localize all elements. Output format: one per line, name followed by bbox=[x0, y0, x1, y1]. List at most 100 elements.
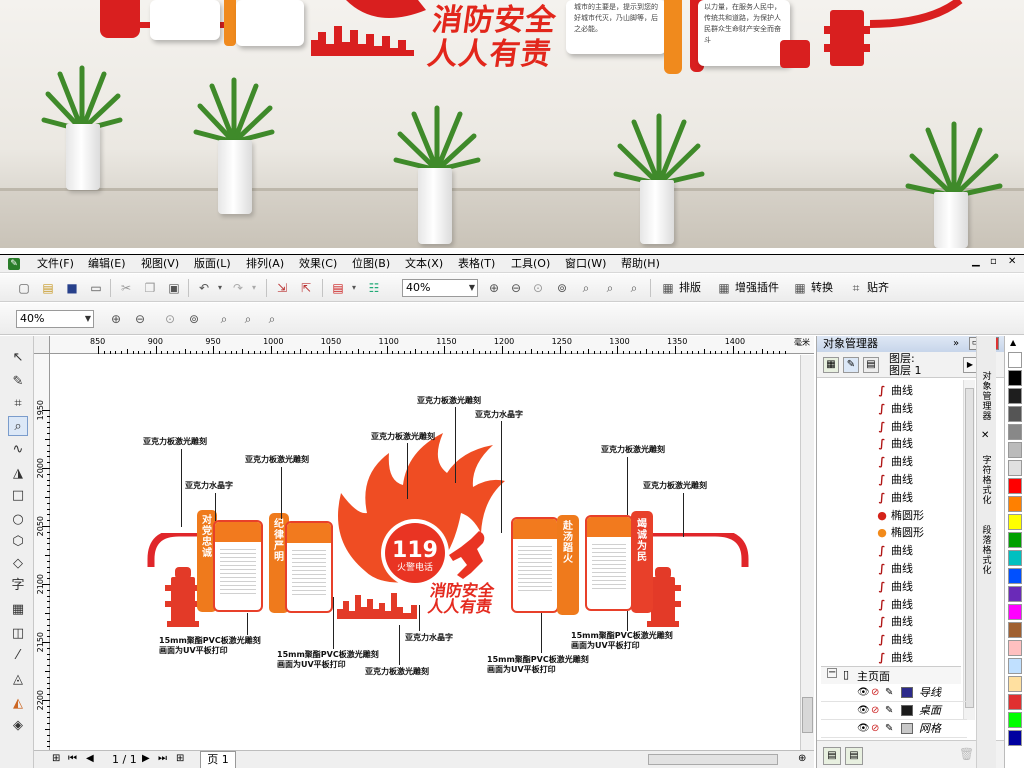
print-icon[interactable]: ▭ bbox=[88, 280, 104, 296]
color-swatch[interactable] bbox=[1008, 586, 1022, 602]
color-swatch[interactable] bbox=[1008, 676, 1022, 692]
color-swatch[interactable] bbox=[1008, 406, 1022, 422]
color-swatch[interactable] bbox=[1008, 622, 1022, 638]
delete-icon[interactable]: 🗑 bbox=[959, 747, 974, 761]
zoom-in-icon[interactable]: ⊕ bbox=[108, 311, 124, 327]
object-list-item[interactable]: ∫ 曲线 bbox=[817, 631, 963, 649]
color-swatch[interactable] bbox=[1008, 388, 1022, 404]
zoom-page-icon[interactable]: ⌕ bbox=[216, 311, 232, 327]
menu-tools[interactable]: 工具(O) bbox=[511, 257, 550, 271]
master-page-row[interactable]: − ▯ 主页面 bbox=[821, 666, 961, 684]
table-tool-icon[interactable]: ▦ bbox=[8, 600, 28, 620]
paste-icon[interactable]: ▣ bbox=[166, 280, 182, 296]
menu-arrange[interactable]: 排列(A) bbox=[246, 257, 284, 271]
restore-doc-icon[interactable]: ▫ bbox=[990, 256, 997, 267]
navigator-icon[interactable]: ⊕ bbox=[798, 753, 806, 764]
show-properties-icon[interactable]: ▦ bbox=[823, 357, 839, 373]
zoom-selected-icon[interactable]: ⊙ bbox=[530, 280, 546, 296]
add-page-icon[interactable]: ⊞ bbox=[52, 753, 60, 764]
object-list-item[interactable]: ∫ 曲线 bbox=[817, 542, 963, 560]
app-launcher-icon[interactable]: ▤ bbox=[330, 280, 346, 296]
editable-pencil-icon[interactable]: ✎ bbox=[885, 720, 893, 737]
convert-button[interactable]: 转换 bbox=[811, 280, 833, 296]
open-icon[interactable]: ▤ bbox=[40, 280, 56, 296]
docker-tab-character[interactable]: 字符格式化 bbox=[980, 456, 994, 506]
collapse-docker-icon[interactable]: » bbox=[953, 336, 959, 352]
master-layer-row[interactable]: 👁 ⊘ ✎ 导线 bbox=[821, 684, 967, 702]
ellipse-tool-icon[interactable]: ○ bbox=[8, 510, 28, 530]
docker-tab-object-manager[interactable]: 对象管理器 bbox=[980, 372, 994, 422]
add-page-after-icon[interactable]: ⊞ bbox=[176, 753, 184, 764]
zoom-level-combo[interactable]: 40% ▼ bbox=[402, 279, 478, 297]
zoom-all-icon[interactable]: ⊚ bbox=[186, 311, 202, 327]
welcome-screen-icon[interactable]: ☷ bbox=[366, 280, 382, 296]
zoom-height-icon[interactable]: ⌕ bbox=[626, 280, 642, 296]
color-swatch[interactable] bbox=[1008, 568, 1022, 584]
color-swatch[interactable] bbox=[1008, 532, 1022, 548]
menu-file[interactable]: 文件(F) bbox=[37, 257, 74, 271]
scrollbar-thumb[interactable] bbox=[802, 697, 813, 733]
menu-table[interactable]: 表格(T) bbox=[458, 257, 495, 271]
edit-across-layers-icon[interactable]: ✎ bbox=[843, 357, 859, 373]
save-icon[interactable]: ■ bbox=[64, 280, 80, 296]
scrollbar-thumb[interactable] bbox=[965, 388, 974, 708]
object-list-item[interactable]: ∫ 曲线 bbox=[817, 578, 963, 596]
color-swatch[interactable] bbox=[1008, 352, 1022, 368]
plugin-icon[interactable]: ▦ bbox=[716, 280, 732, 296]
master-layer-row[interactable]: 👁 ⊘ ✎ 网格 bbox=[821, 720, 967, 738]
app-icon[interactable]: ✎ bbox=[8, 258, 20, 270]
color-swatch[interactable] bbox=[1008, 658, 1022, 674]
printable-icon[interactable]: ⊘ bbox=[871, 702, 879, 719]
object-list-item[interactable]: ● 椭圆形 bbox=[817, 507, 963, 525]
redo-dropdown-icon[interactable]: ▾ bbox=[246, 280, 262, 296]
object-list-item[interactable]: ∫ 曲线 bbox=[817, 613, 963, 631]
app-launcher-dropdown-icon[interactable]: ▾ bbox=[346, 280, 362, 296]
zoom-page-icon[interactable]: ⌕ bbox=[578, 280, 594, 296]
crop-tool-icon[interactable]: ⌗ bbox=[8, 394, 28, 414]
printable-icon[interactable]: ⊘ bbox=[871, 684, 879, 701]
layout-icon[interactable]: ▦ bbox=[660, 280, 676, 296]
color-swatch[interactable] bbox=[1008, 478, 1022, 494]
layer-color-swatch[interactable] bbox=[901, 687, 913, 698]
fill-tool-icon[interactable]: ◭ bbox=[8, 694, 28, 714]
color-swatch[interactable] bbox=[1008, 370, 1022, 386]
interactive-tool-icon[interactable]: ◫ bbox=[8, 624, 28, 644]
editable-pencil-icon[interactable]: ✎ bbox=[885, 684, 893, 701]
zoom-selected-icon[interactable]: ⊙ bbox=[162, 311, 178, 327]
editable-pencil-icon[interactable]: ✎ bbox=[885, 702, 893, 719]
page-tab-1[interactable]: 页 1 bbox=[200, 751, 236, 768]
zoom-height-icon[interactable]: ⌕ bbox=[264, 311, 280, 327]
interactive-fill-tool-icon[interactable]: ◈ bbox=[8, 716, 28, 736]
polygon-tool-icon[interactable]: ⬡ bbox=[8, 532, 28, 552]
undo-dropdown-icon[interactable]: ▾ bbox=[212, 280, 228, 296]
new-layer-icon[interactable]: ▤ bbox=[823, 747, 841, 765]
object-list-item[interactable]: ∫ 曲线 bbox=[817, 382, 963, 400]
snap-button[interactable]: 贴齐 bbox=[867, 280, 889, 296]
color-swatch[interactable] bbox=[1008, 604, 1022, 620]
menu-bitmaps[interactable]: 位图(B) bbox=[352, 257, 390, 271]
drawing-canvas[interactable]: 对党忠诚 纪律严明 119 火警电话 消防安全 人人有责 赴汤蹈火 竭诚为民 亚… bbox=[51, 355, 800, 750]
rectangle-tool-icon[interactable]: □ bbox=[8, 486, 28, 506]
docker-tab-paragraph[interactable]: 段落格式化 bbox=[980, 526, 994, 576]
export-icon[interactable]: ⇱ bbox=[298, 280, 314, 296]
outline-tool-icon[interactable]: ◬ bbox=[8, 670, 28, 690]
object-list-item[interactable]: ∫ 曲线 bbox=[817, 400, 963, 418]
collapse-icon[interactable]: − bbox=[827, 668, 837, 678]
color-swatch[interactable] bbox=[1008, 712, 1022, 728]
snap-icon[interactable]: ⌗ bbox=[848, 280, 864, 296]
text-tool-icon[interactable]: 字 bbox=[8, 576, 28, 596]
color-swatch[interactable] bbox=[1008, 424, 1022, 440]
zoom-out-icon[interactable]: ⊖ bbox=[508, 280, 524, 296]
zoom-all-icon[interactable]: ⊚ bbox=[554, 280, 570, 296]
printable-icon[interactable]: ⊘ bbox=[871, 720, 879, 737]
undo-icon[interactable]: ↶ bbox=[196, 280, 212, 296]
horizontal-ruler[interactable]: 850 900 950 1000 1050 1100 1150 1200 1250 1300 135… bbox=[50, 336, 814, 354]
object-list[interactable]: ∫ 曲线 ∫ 曲线 ∫ 曲线 ∫ 曲线 ∫ 曲线 ∫ 曲线 ∫ 曲线 ● 椭圆形 ● 椭圆形 ∫ 曲线 ∫ 曲线 ∫ 曲线 ∫ 曲… bbox=[817, 380, 977, 668]
menu-view[interactable]: 视图(V) bbox=[141, 257, 179, 271]
smart-fill-tool-icon[interactable]: ◮ bbox=[8, 464, 28, 484]
layer-manager-view-icon[interactable]: ▤ bbox=[863, 357, 879, 373]
close-tab-icon[interactable]: ✕ bbox=[981, 430, 989, 441]
object-list-item[interactable]: ∫ 曲线 bbox=[817, 596, 963, 614]
zoom-width-icon[interactable]: ⌕ bbox=[240, 311, 256, 327]
convert-icon[interactable]: ▦ bbox=[792, 280, 808, 296]
